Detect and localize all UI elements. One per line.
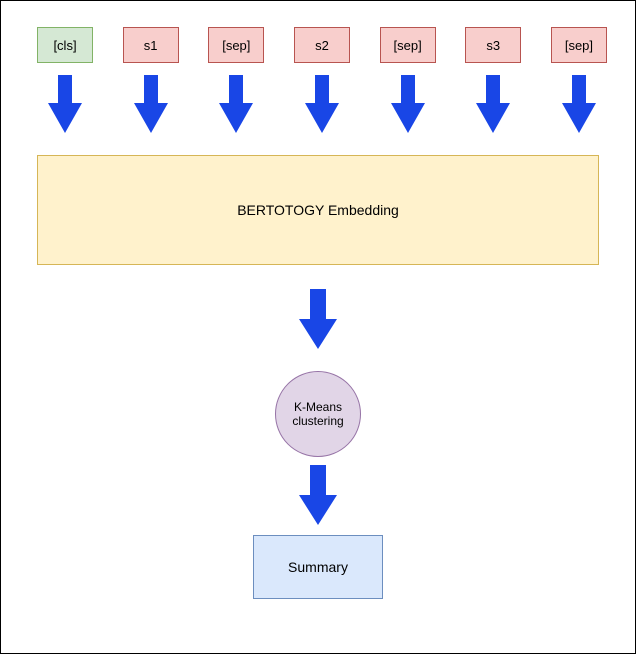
token-label: [sep] [394,38,422,53]
cluster-circle: K-Means clustering [275,371,361,457]
arrow-down-icon [299,289,337,349]
arrow-down-icon [48,75,82,133]
arrow-down-icon [134,75,168,133]
token-s2: s2 [294,27,350,63]
arrow-down-icon [299,465,337,525]
token-sep2: [sep] [380,27,436,63]
arrow-embedding-to-cluster [299,289,337,354]
token-s3: s3 [465,27,521,63]
token-label: s2 [315,38,329,53]
summary-label: Summary [288,559,348,575]
embedding-box: BERTOTOGY Embedding [37,155,599,265]
arrow-down-icon [562,75,596,133]
arrow-down-icon [305,75,339,133]
token-s1: s1 [123,27,179,63]
arrow-down-icon [391,75,425,133]
arrow-cluster-to-summary [299,465,337,530]
arrow-down-icon [476,75,510,133]
token-sep3: [sep] [551,27,607,63]
embedding-label: BERTOTOGY Embedding [237,202,399,218]
diagram-frame: [cls] s1 [sep] s2 [sep] s3 [sep] BERTOTO… [0,0,636,654]
token-label: [sep] [565,38,593,53]
token-cls: [cls] [37,27,93,63]
cluster-label: K-Means clustering [292,400,343,429]
token-label: [sep] [222,38,250,53]
token-arrows-row [37,75,607,133]
token-sep1: [sep] [208,27,264,63]
token-label: s1 [144,38,158,53]
token-label: [cls] [53,38,76,53]
tokens-row: [cls] s1 [sep] s2 [sep] s3 [sep] [37,27,607,63]
arrow-down-icon [219,75,253,133]
summary-box: Summary [253,535,383,599]
token-label: s3 [486,38,500,53]
